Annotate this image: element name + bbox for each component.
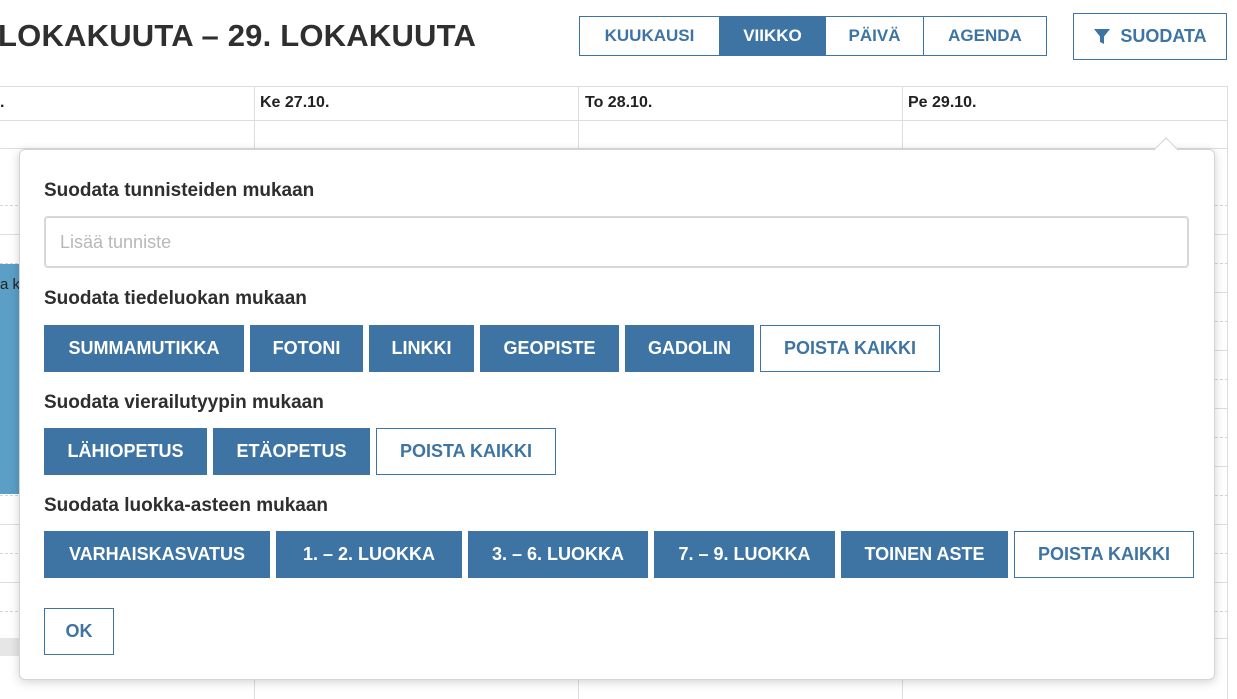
day-header-thu: To 28.10. [585,94,653,111]
grade-level-options: VARHAISKASVATUS 1. – 2. LUOKKA 3. – 6. L… [44,531,1194,578]
science-class-fotoni-button[interactable]: FOTONI [250,325,363,372]
science-class-options: SUMMAMUTIKKA FOTONI LINKKI GEOPISTE GADO… [44,325,940,372]
science-class-linkki-button[interactable]: LINKKI [369,325,474,372]
grade-level-clear-all-button[interactable]: POISTA KAIKKI [1014,531,1194,578]
filter-funnel-icon [1093,28,1111,46]
science-class-clear-all-button[interactable]: POISTA KAIKKI [760,325,940,372]
visit-type-clear-all-button[interactable]: POISTA KAIKKI [376,428,556,475]
ok-button[interactable]: OK [44,608,114,655]
view-week-button[interactable]: VIIKKO [720,17,826,55]
view-agenda-button[interactable]: AGENDA [924,17,1046,55]
day-header-fri: Pe 29.10. [908,94,977,111]
grade-level-1-2-button[interactable]: 1. – 2. LUOKKA [276,531,462,578]
day-header-wed: Ke 27.10. [260,94,330,111]
visit-type-options: LÄHIOPETUS ETÄOPETUS POISTA KAIKKI [44,428,556,475]
view-switcher: KUUKAUSI VIIKKO PÄIVÄ AGENDA [579,16,1047,56]
grade-level-3-6-button[interactable]: 3. – 6. LUOKKA [468,531,648,578]
view-day-button[interactable]: PÄIVÄ [826,17,924,55]
visit-type-filter-title: Suodata vierailutyypin mukaan [44,392,324,413]
science-class-gadolin-button[interactable]: GADOLIN [625,325,754,372]
science-class-geopiste-button[interactable]: GEOPISTE [480,325,619,372]
visit-type-etaopetus-button[interactable]: ETÄOPETUS [213,428,370,475]
grade-level-filter-title: Suodata luokka-asteen mukaan [44,495,329,516]
visit-type-lahiopetus-button[interactable]: LÄHIOPETUS [44,428,207,475]
filter-button[interactable]: SUODATA [1073,13,1227,60]
tag-input[interactable] [44,216,1189,268]
grade-level-varhaiskasvatus-button[interactable]: VARHAISKASVATUS [44,531,270,578]
tags-filter-title: Suodata tunnisteiden mukaan [44,180,315,201]
calendar-event[interactable] [0,264,20,494]
grade-level-toinen-aste-button[interactable]: TOINEN ASTE [841,531,1008,578]
grade-level-7-9-button[interactable]: 7. – 9. LUOKKA [654,531,835,578]
filter-button-label: SUODATA [1120,26,1207,46]
view-month-button[interactable]: KUUKAUSI [580,17,720,55]
day-header-prev: . [0,94,5,111]
science-class-filter-title: Suodata tiedeluokan mukaan [44,288,307,309]
calendar-event-label: a k [0,276,21,293]
calendar-footer-band [0,638,20,656]
page-title: LOKAKUUTA – 29. LOKAKUUTA [0,18,477,53]
science-class-summamutikka-button[interactable]: SUMMAMUTIKKA [44,325,244,372]
